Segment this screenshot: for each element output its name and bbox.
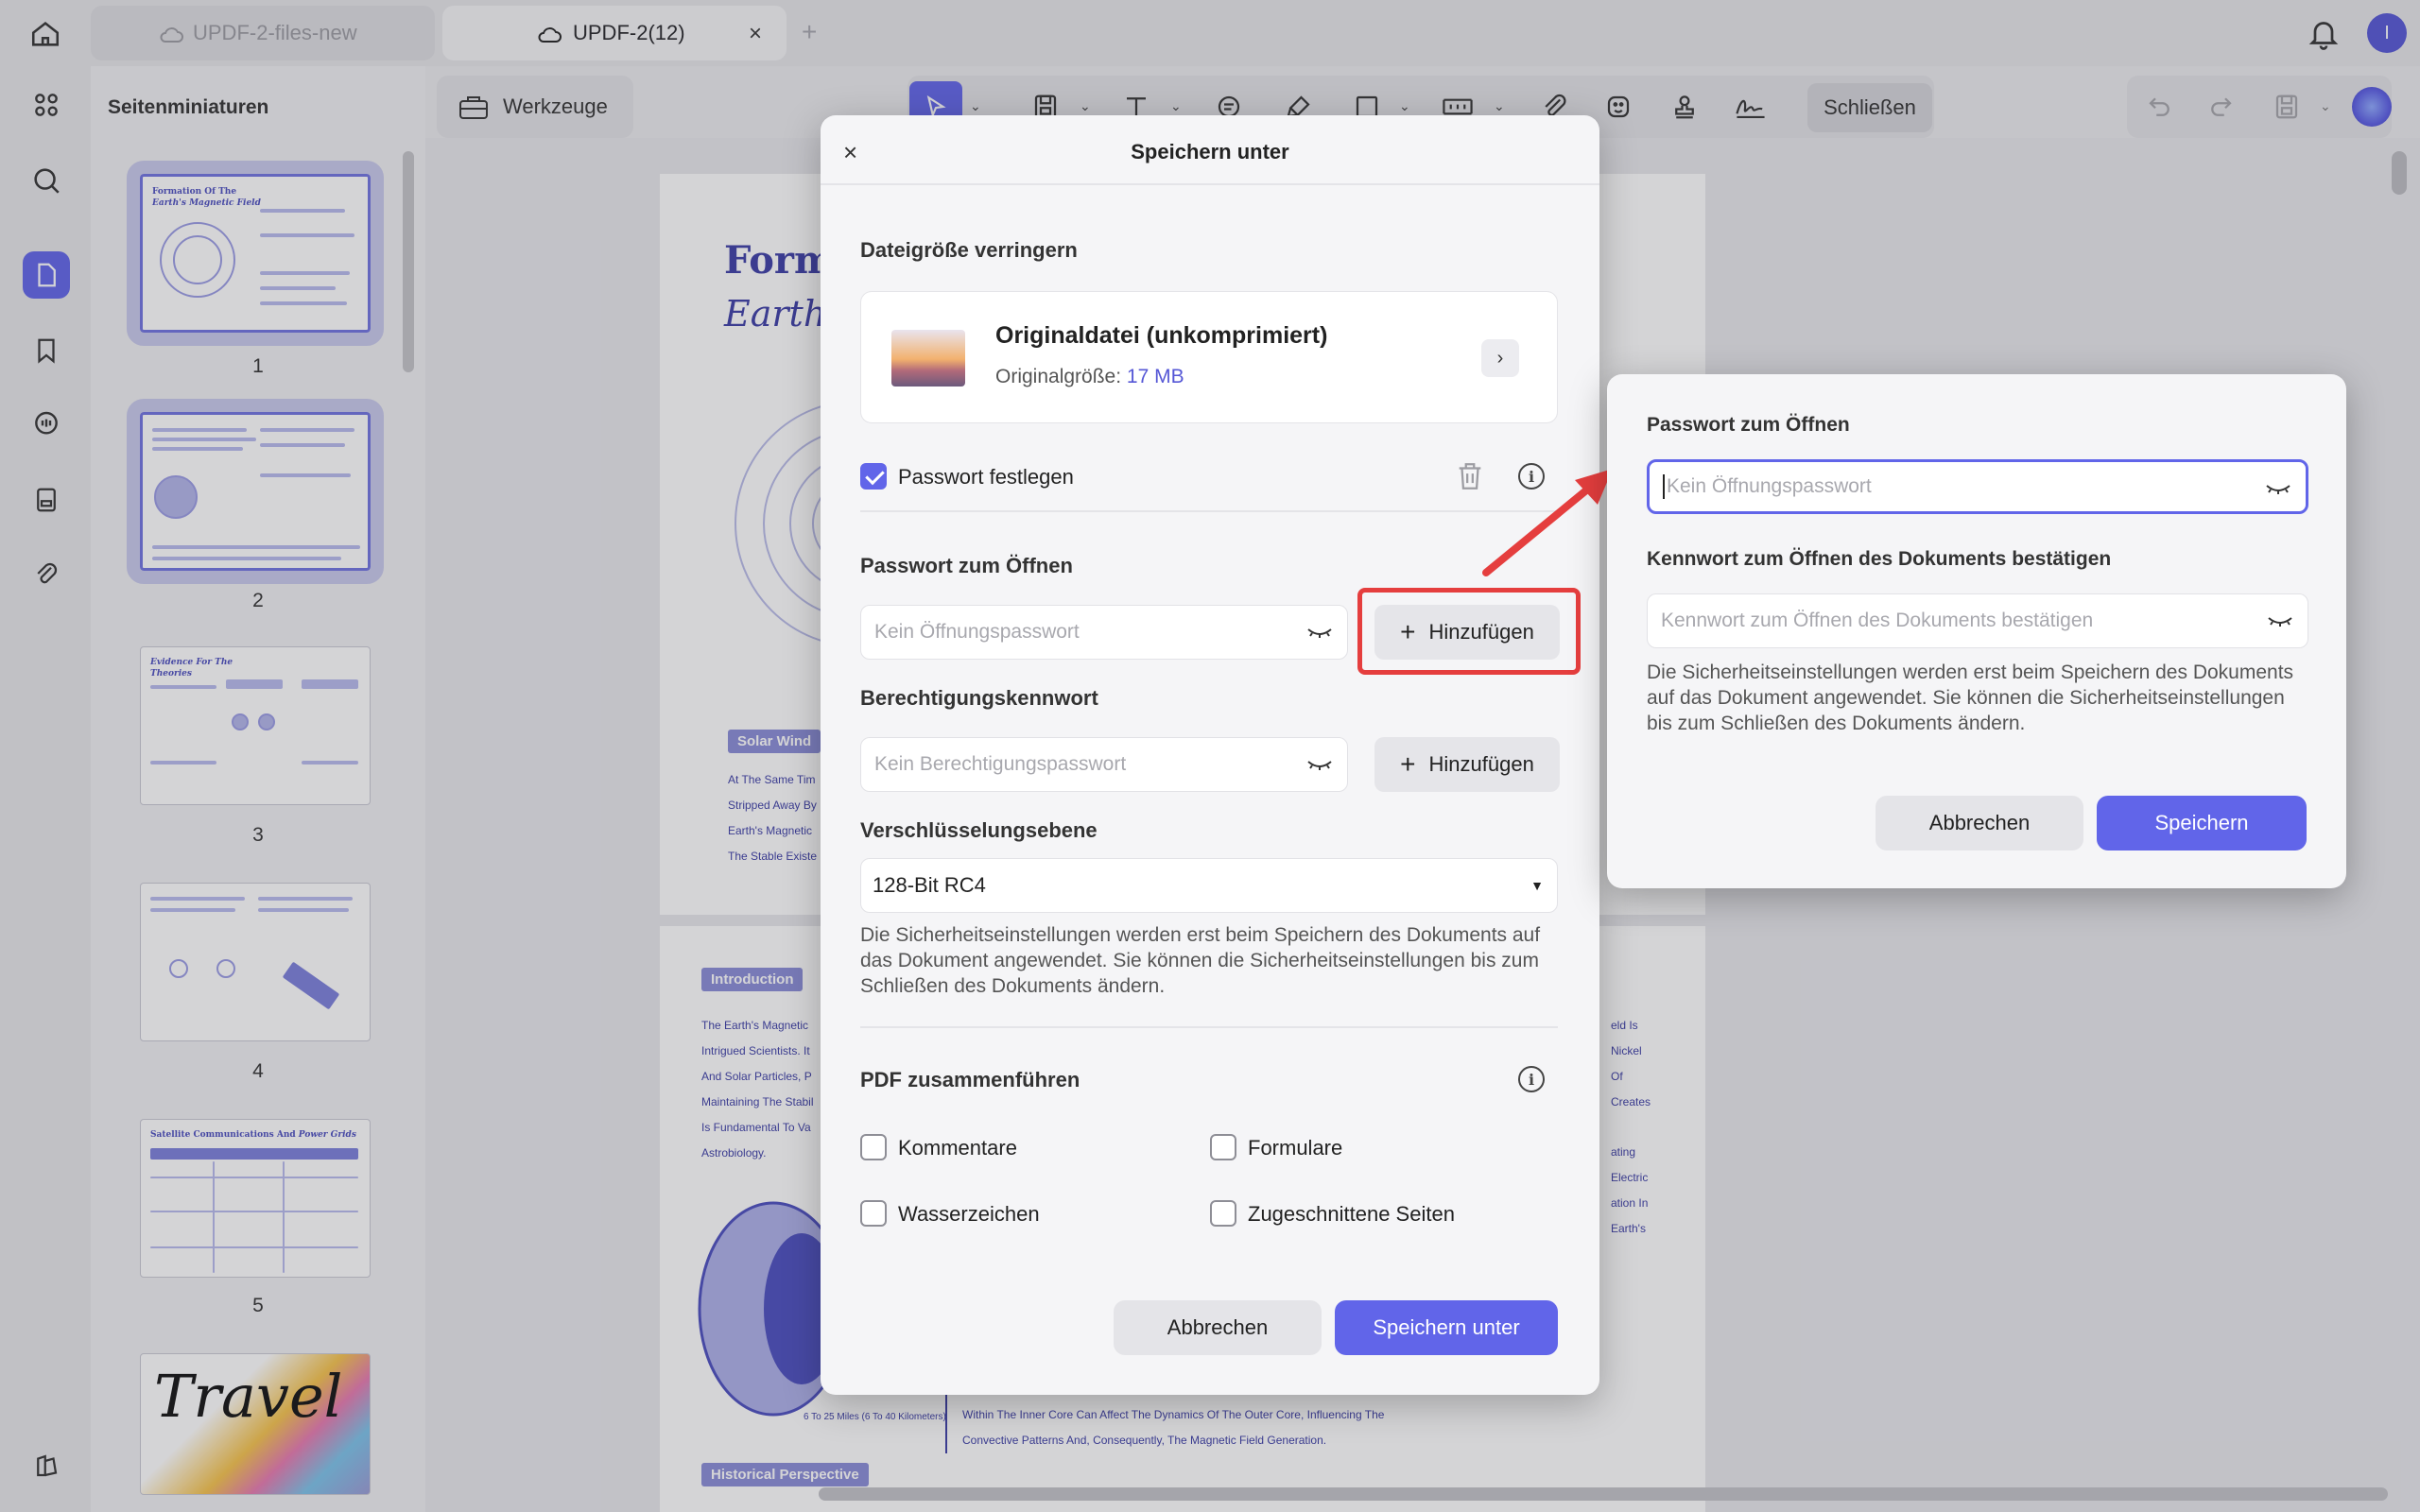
permission-password-placeholder: Kein Berechtigungspasswort: [874, 753, 1127, 775]
cancel-button[interactable]: Abbrechen: [1114, 1300, 1322, 1355]
eye-closed-icon[interactable]: [2266, 611, 2294, 630]
highlight-box: [1357, 588, 1581, 675]
annotation-arrow: [1482, 469, 1613, 576]
save-as-button[interactable]: Speichern unter: [1335, 1300, 1558, 1355]
save-as-dialog: × Speichern unter Dateigröße verringern …: [821, 115, 1599, 1395]
add-permission-password-button[interactable]: + Hinzufügen: [1374, 737, 1560, 792]
divider: [860, 1026, 1558, 1028]
encryption-value: 128-Bit RC4: [873, 873, 986, 897]
watermark-label: Wasserzeichen: [898, 1202, 1040, 1226]
permission-password-field[interactable]: Kein Berechtigungspasswort: [860, 737, 1348, 792]
security-note: Die Sicherheitseinstellungen werden erst…: [1647, 662, 2294, 734]
compression-title: Originaldatei (unkomprimiert): [995, 322, 1328, 349]
eye-closed-icon[interactable]: [1305, 755, 1334, 774]
permission-password-label: Berechtigungskennwort: [860, 686, 1098, 710]
open-password-placeholder: Kein Öffnungspasswort: [1667, 475, 1872, 497]
divider: [860, 510, 1558, 512]
open-password-label: Passwort zum Öffnen: [860, 554, 1073, 577]
watermark-checkbox[interactable]: [860, 1200, 887, 1227]
dropdown-arrow-icon: ▼: [1530, 878, 1544, 893]
open-password-label: Passwort zum Öffnen: [1647, 414, 1850, 436]
comments-label: Kommentare: [898, 1136, 1017, 1160]
plus-icon: +: [1400, 749, 1416, 779]
divider: [821, 183, 1599, 185]
original-size: Originalgröße: 17 MB: [995, 366, 1184, 387]
compression-option-card[interactable]: Originaldatei (unkomprimiert) Originalgr…: [860, 291, 1558, 423]
cropped-pages-label: Zugeschnittene Seiten: [1248, 1202, 1455, 1226]
popover-cancel-button[interactable]: Abbrechen: [1876, 796, 2083, 850]
merge-label: PDF zusammenführen: [860, 1068, 1080, 1091]
forms-label: Formulare: [1248, 1136, 1343, 1160]
password-checkbox[interactable]: [860, 463, 887, 490]
password-checkbox-label: Passwort festlegen: [898, 465, 1074, 489]
size-value: 17 MB: [1126, 366, 1184, 387]
info-icon[interactable]: i: [1518, 1066, 1545, 1092]
chevron-right-icon[interactable]: ›: [1481, 339, 1519, 377]
confirm-password-input[interactable]: Kennwort zum Öffnen des Dokuments bestät…: [1647, 593, 2308, 648]
cropped-pages-checkbox[interactable]: [1210, 1200, 1236, 1227]
open-password-input[interactable]: Kein Öffnungspasswort: [1647, 459, 2308, 514]
encryption-select[interactable]: 128-Bit RC4 ▼: [860, 858, 1558, 913]
button-label: Hinzufügen: [1428, 752, 1534, 776]
confirm-password-label: Kennwort zum Öffnen des Dokuments bestät…: [1647, 548, 2112, 570]
encryption-label: Verschlüsselungsebene: [860, 818, 1098, 842]
text-caret: [1663, 474, 1665, 499]
dialog-title: Speichern unter: [1131, 140, 1289, 163]
open-password-placeholder: Kein Öffnungspasswort: [874, 621, 1080, 643]
open-password-field[interactable]: Kein Öffnungspasswort: [860, 605, 1348, 660]
popover-save-button[interactable]: Speichern: [2097, 796, 2307, 850]
comments-checkbox[interactable]: [860, 1134, 887, 1160]
security-note: Die Sicherheitseinstellungen werden erst…: [860, 924, 1541, 997]
eye-closed-icon[interactable]: [1305, 623, 1334, 642]
eye-closed-icon[interactable]: [2264, 479, 2292, 498]
reduce-size-label: Dateigröße verringern: [860, 238, 1078, 262]
open-password-popover: Passwort zum Öffnen Kein Öffnungspasswor…: [1607, 374, 2346, 888]
forms-checkbox[interactable]: [1210, 1134, 1236, 1160]
confirm-password-placeholder: Kennwort zum Öffnen des Dokuments bestät…: [1661, 610, 2094, 631]
file-thumbnail: [891, 330, 965, 387]
